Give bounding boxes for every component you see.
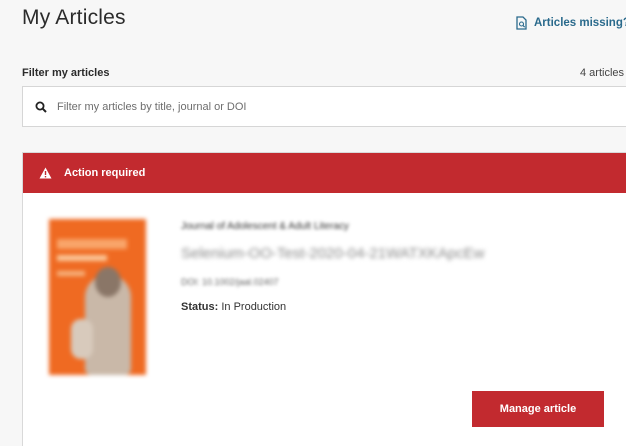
- search-input[interactable]: [57, 100, 597, 113]
- article-title[interactable]: Selenium-OO-Test-2020-04-21WATXKApcEw: [181, 245, 484, 262]
- article-count: 4 articles: [580, 67, 625, 79]
- journal-cover-image: [49, 219, 146, 375]
- status-value: In Production: [221, 301, 287, 313]
- alert-text: Action required: [64, 167, 146, 179]
- article-status: Status: In Production: [181, 301, 286, 313]
- filter-label: Filter my articles: [22, 67, 110, 79]
- manage-article-button[interactable]: Manage article: [472, 391, 604, 427]
- status-label: Status:: [181, 301, 219, 313]
- article-doi: DOI: 10.1002/jaal.02407: [181, 277, 279, 287]
- search-icon: [35, 101, 47, 113]
- document-search-icon: [516, 16, 527, 30]
- action-required-banner: Action required: [23, 153, 626, 193]
- doi-value: 10.1002/jaal.02407: [202, 277, 279, 287]
- journal-name: Journal of Adolescent & Adult Literacy: [181, 221, 349, 232]
- search-box[interactable]: [22, 86, 626, 127]
- article-card: Action required Journal of Adolescent & …: [22, 152, 626, 446]
- page-title: My Articles: [22, 6, 126, 29]
- articles-missing-link[interactable]: Articles missing?: [516, 16, 626, 30]
- articles-missing-label: Articles missing?: [534, 17, 626, 29]
- warning-icon: [39, 167, 52, 179]
- doi-label: DOI:: [181, 277, 200, 287]
